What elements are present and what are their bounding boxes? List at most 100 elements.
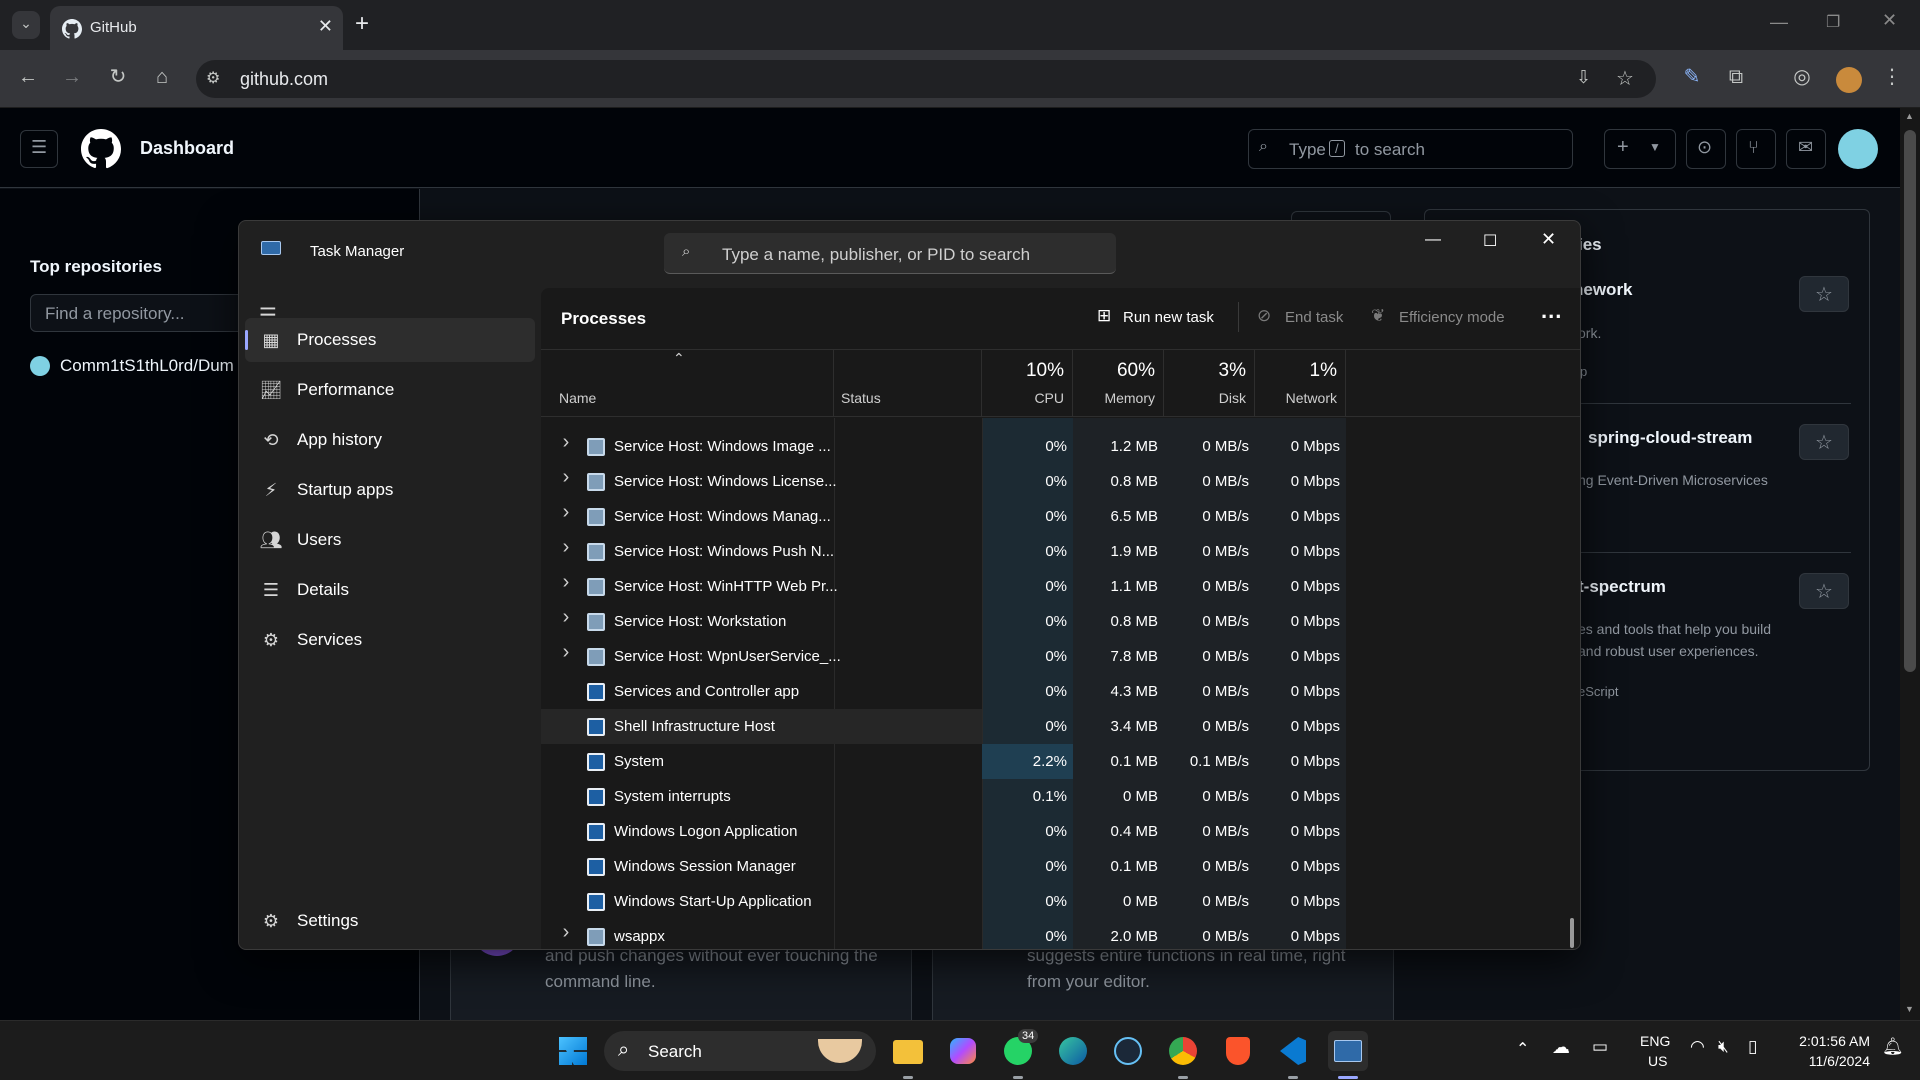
whatsapp-button[interactable]: 34 <box>998 1029 1039 1079</box>
process-row[interactable]: Shell Infrastructure Host 0% 3.4 MB 0 MB/s 0… <box>541 709 1346 744</box>
reload-icon[interactable]: ↻ <box>104 65 132 93</box>
tm-maximize-icon[interactable]: ☐ <box>1483 231 1497 251</box>
settings-nav-item[interactable]: ⚙ Settings <box>245 899 535 943</box>
column-header-name[interactable]: Name <box>541 350 834 416</box>
process-row[interactable]: Windows Logon Application 0% 0.4 MB 0 MB/s 0… <box>541 814 1346 849</box>
profile-avatar[interactable] <box>1836 67 1862 93</box>
process-row[interactable]: › wsappx 0% 2.0 MB 0 MB/s 0 Mbps <box>541 919 1346 949</box>
chrome-button[interactable] <box>1163 1031 1203 1079</box>
pull-requests-button[interactable]: ⑂ <box>1736 129 1776 169</box>
scroll-up-icon[interactable]: ▲ <box>1905 111 1914 121</box>
scrollbar-thumb[interactable] <box>1904 130 1916 672</box>
table-scrollbar-thumb[interactable] <box>1570 918 1574 948</box>
restore-window-icon[interactable]: ❐ <box>1826 12 1840 32</box>
page-title[interactable]: Dashboard <box>140 138 234 159</box>
brave-button[interactable] <box>1218 1031 1258 1071</box>
start-button[interactable] <box>553 1031 593 1071</box>
process-search-input[interactable]: ⌕ Type a name, publisher, or PID to sear… <box>664 233 1116 274</box>
more-options-icon[interactable]: ... <box>1541 298 1562 324</box>
tab-search-icon[interactable]: ⌄ <box>12 11 40 39</box>
repo-card3-title[interactable]: t-spectrum <box>1578 577 1666 597</box>
column-header-network[interactable]: 1% Network <box>1255 350 1346 416</box>
github-search-input[interactable]: ⌕ Type / to search <box>1248 129 1573 169</box>
extensions-puzzle-icon[interactable]: ⧉ <box>1722 65 1750 93</box>
expand-chevron-icon[interactable]: › <box>559 606 573 629</box>
minimize-window-icon[interactable]: — <box>1770 12 1788 33</box>
onedrive-cloud-icon[interactable]: ☁ <box>1552 1037 1570 1058</box>
end-task-button[interactable]: ⊘ End task <box>1251 300 1351 334</box>
back-icon[interactable]: ← <box>14 65 42 93</box>
process-row[interactable]: › Service Host: Windows License... 0% 0.8 M… <box>541 464 1346 499</box>
edge-button[interactable] <box>1053 1031 1093 1071</box>
star-button-3[interactable]: ☆ <box>1799 573 1849 609</box>
column-header-memory[interactable]: 60% Memory <box>1073 350 1164 416</box>
file-explorer-button[interactable] <box>888 1031 928 1079</box>
process-row[interactable]: System 2.2% 0.1 MB 0.1 MB/s 0 Mbps <box>541 744 1346 779</box>
sidebar-item-startup-apps[interactable]: ⚡︎ Startup apps <box>245 468 535 512</box>
process-row[interactable]: System interrupts 0.1% 0 MB 0 MB/s 0 Mbps <box>541 779 1346 814</box>
process-row[interactable]: › Service Host: WpnUserService_... 0% 7.8 M… <box>541 639 1346 674</box>
task-manager-taskbar-button[interactable] <box>1328 1031 1368 1079</box>
sidebar-item-services[interactable]: ⚙ Services <box>245 618 535 662</box>
process-row[interactable]: › Service Host: WinHTTP Web Pr... 0% 1.1 MB… <box>541 569 1346 604</box>
find-repository-input[interactable]: Find a repository... <box>30 294 250 332</box>
process-row[interactable]: › Service Host: Windows Manag... 0% 6.5 MB 0… <box>541 499 1346 534</box>
efficiency-mode-button[interactable]: ❦ Efficiency mode <box>1367 300 1517 334</box>
tm-minimize-icon[interactable]: — <box>1425 231 1441 249</box>
star-button-1[interactable]: ☆ <box>1799 276 1849 312</box>
sidebar-item-details[interactable]: ☰ Details <box>245 568 535 612</box>
notifications-bell-icon[interactable]: 🔔︎ <box>1882 1037 1904 1057</box>
process-row[interactable]: Services and Controller app 0% 4.3 MB 0 MB/… <box>541 674 1346 709</box>
inbox-button[interactable]: ✉ <box>1786 129 1826 169</box>
scroll-down-icon[interactable]: ▼ <box>1905 1004 1914 1014</box>
expand-chevron-icon[interactable]: › <box>559 466 573 489</box>
vscode-button[interactable] <box>1273 1031 1313 1079</box>
show-hidden-icons-chevron-icon[interactable]: ⌃ <box>1516 1039 1529 1059</box>
address-bar[interactable]: ⚙ github.com ⇩ ☆ <box>196 60 1656 98</box>
expand-chevron-icon[interactable]: › <box>559 571 573 594</box>
site-info-icon[interactable]: ⚙ <box>206 68 220 88</box>
create-new-button[interactable]: + ▼ <box>1604 129 1676 169</box>
process-row[interactable]: › Service Host: Windows Image ... 0% 1.2 MB… <box>541 429 1346 464</box>
sidebar-item-processes[interactable]: ▦ Processes <box>245 318 535 362</box>
clock[interactable]: 2:01:56 AM 11/6/2024 <box>1776 1029 1876 1073</box>
taskbar-search-box[interactable]: ⌕ Search <box>604 1031 876 1071</box>
install-app-icon[interactable]: ⇩ <box>1576 67 1591 88</box>
expand-chevron-icon[interactable]: › <box>559 641 573 664</box>
column-header-disk[interactable]: 3% Disk <box>1164 350 1255 416</box>
expand-chevron-icon[interactable]: › <box>559 431 573 454</box>
expand-chevron-icon[interactable]: › <box>559 501 573 524</box>
run-new-task-button[interactable]: ⊞ Run new task <box>1093 300 1223 334</box>
wifi-icon[interactable]: ◠ <box>1690 1037 1705 1057</box>
sidebar-item-users[interactable]: 👥︎ Users <box>245 518 535 562</box>
process-row[interactable]: Windows Session Manager 0% 0.1 MB 0 MB/s 0 M… <box>541 849 1346 884</box>
repo-card1-title[interactable]: nework <box>1573 280 1633 300</box>
tablet-mode-icon[interactable]: ▭ <box>1592 1037 1608 1057</box>
repo-link[interactable]: Comm1tS1thL0rd/Dum <box>60 356 234 376</box>
battery-icon[interactable]: ▯ <box>1748 1037 1757 1057</box>
sidebar-item-app-history[interactable]: ⟲ App history <box>245 418 535 462</box>
performance-icon[interactable]: ◎ <box>1788 65 1816 93</box>
new-tab-icon[interactable]: + <box>355 10 369 38</box>
tm-close-icon[interactable]: ✕ <box>1541 229 1556 250</box>
star-button-2[interactable]: ☆ <box>1799 424 1849 460</box>
github-menu-button[interactable]: ☰ <box>20 130 58 168</box>
bookmark-star-icon[interactable]: ☆ <box>1616 66 1634 91</box>
repo-card2-title[interactable]: spring-cloud-stream <box>1588 428 1752 448</box>
browser-tab-github[interactable]: GitHub ✕ <box>50 6 343 50</box>
steam-button[interactable] <box>1108 1031 1148 1071</box>
process-row[interactable]: › Service Host: Windows Push N... 0% 1.9 MB… <box>541 534 1346 569</box>
close-window-icon[interactable]: ✕ <box>1882 10 1897 31</box>
process-row[interactable]: Windows Start-Up Application 0% 0 MB 0 MB/s… <box>541 884 1346 919</box>
expand-chevron-icon[interactable]: › <box>559 536 573 559</box>
copilot-button[interactable] <box>943 1031 983 1071</box>
extension-pen-icon[interactable]: ✎ <box>1678 65 1706 93</box>
process-row[interactable]: › Service Host: Workstation 0% 0.8 MB 0 MB/s… <box>541 604 1346 639</box>
page-scrollbar[interactable]: ▲ ▼ <box>1900 108 1920 1020</box>
issues-button[interactable]: ⊙ <box>1686 129 1726 169</box>
language-indicator[interactable]: ENG US <box>1636 1029 1686 1073</box>
forward-icon[interactable]: → <box>58 65 86 93</box>
tab-close-icon[interactable]: ✕ <box>318 16 333 37</box>
browser-menu-icon[interactable]: ⋮ <box>1878 65 1906 93</box>
expand-chevron-icon[interactable]: › <box>559 921 573 944</box>
